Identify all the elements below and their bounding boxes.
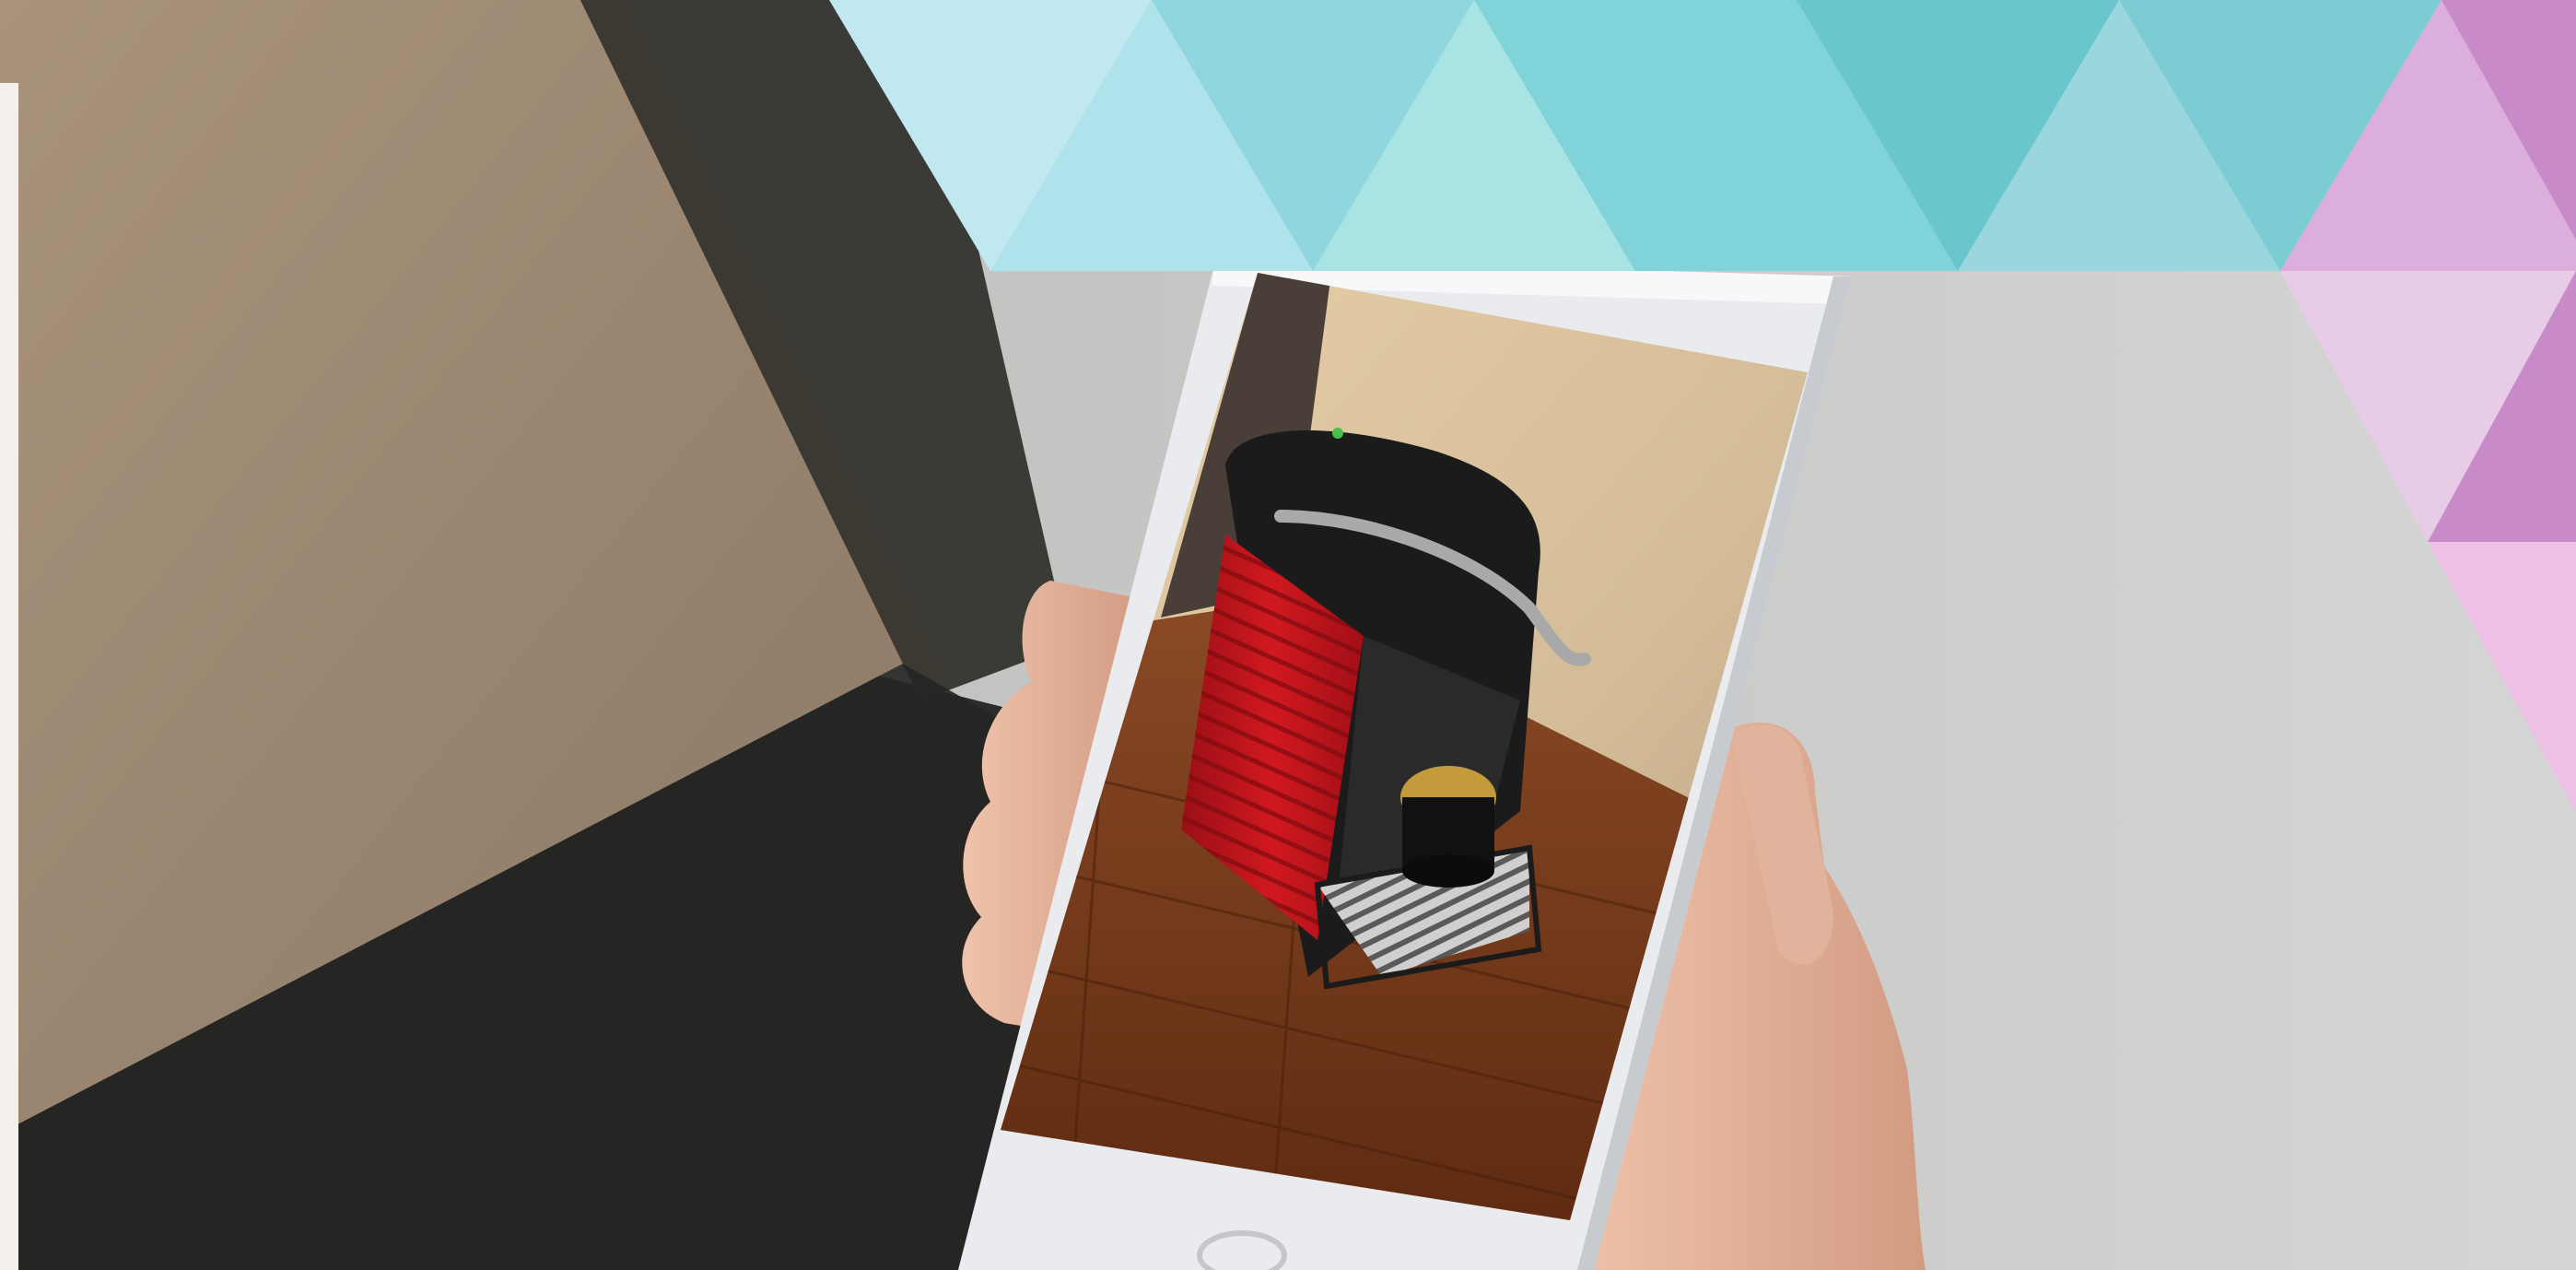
left-page-edge (0, 83, 18, 1270)
scene-photo (0, 0, 2576, 1270)
teal-triangle-banner (829, 0, 2441, 271)
photo-stage (0, 0, 2576, 1270)
